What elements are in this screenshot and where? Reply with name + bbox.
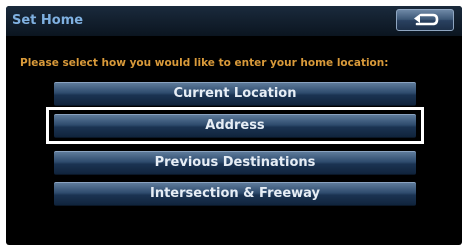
back-button[interactable] <box>396 9 454 31</box>
navigation-screen: Set Home Please select how you would lik… <box>6 6 462 245</box>
intersection-freeway-button[interactable]: Intersection & Freeway <box>54 182 416 206</box>
header-bar: Set Home <box>6 6 462 36</box>
return-arrow-icon <box>414 13 439 26</box>
intersection-freeway-label: Intersection & Freeway <box>150 186 320 201</box>
instruction-text: Please select how you would like to ente… <box>20 57 389 69</box>
current-location-label: Current Location <box>173 86 297 101</box>
address-button[interactable]: Address <box>54 114 416 138</box>
screen-title: Set Home <box>12 13 84 28</box>
address-label: Address <box>205 118 265 133</box>
previous-destinations-button[interactable]: Previous Destinations <box>54 151 416 175</box>
previous-destinations-label: Previous Destinations <box>154 155 316 170</box>
current-location-button[interactable]: Current Location <box>54 82 416 106</box>
